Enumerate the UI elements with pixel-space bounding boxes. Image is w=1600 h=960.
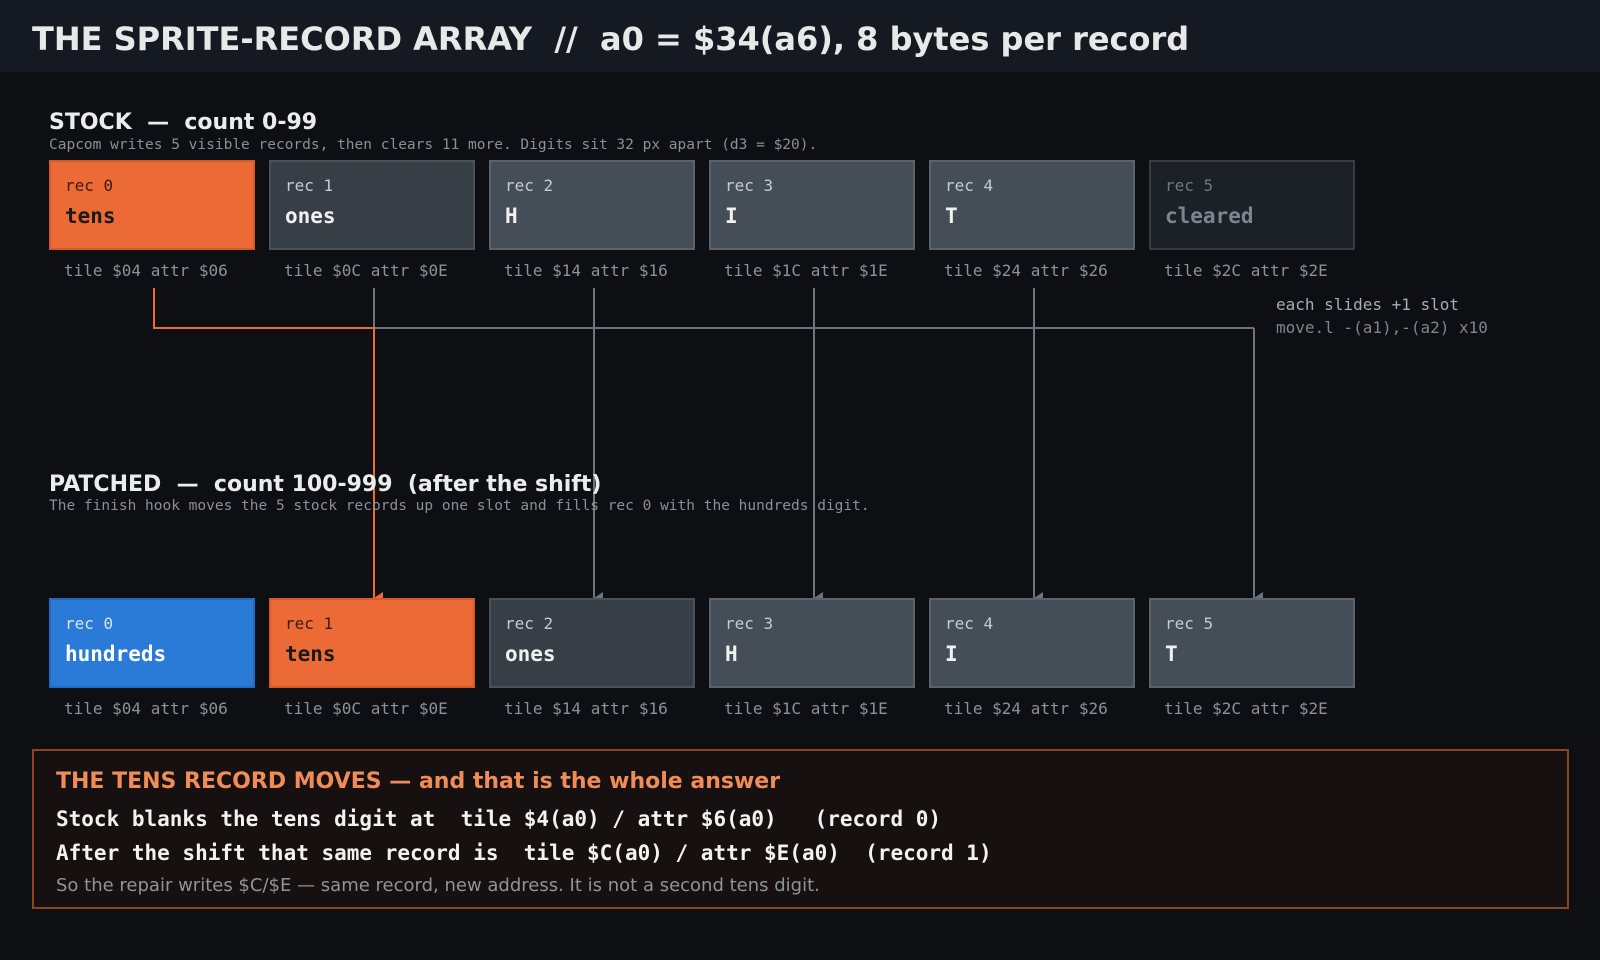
patched-section-title: PATCHED — count 100-999 (after the shift… xyxy=(49,472,602,497)
answer-box: THE TENS RECORD MOVES — and that is the … xyxy=(32,749,1569,909)
patched-record-4: rec 4 I xyxy=(929,598,1135,688)
record-value: ones xyxy=(505,642,556,666)
record-label: rec 3 xyxy=(725,614,774,633)
patched-section-subtitle: The finish hook moves the 5 stock record… xyxy=(49,498,870,514)
record-label: rec 1 xyxy=(285,614,334,633)
record-value: T xyxy=(1165,642,1178,666)
record-label: rec 5 xyxy=(1165,614,1214,633)
patched-record-5: rec 5 T xyxy=(1149,598,1355,688)
answer-title: THE TENS RECORD MOVES — and that is the … xyxy=(56,769,781,794)
record-label: rec 2 xyxy=(505,614,554,633)
record-label: rec 4 xyxy=(945,614,994,633)
patched-record-3: rec 3 H xyxy=(709,598,915,688)
answer-line-1: Stock blanks the tens digit at tile $4(a… xyxy=(56,807,942,831)
patched-record-2: rec 2 ones xyxy=(489,598,695,688)
patched-tile-1: tile $0C attr $0E xyxy=(284,699,448,718)
answer-line-2: After the shift that same record is tile… xyxy=(56,841,992,865)
record-value: H xyxy=(725,642,738,666)
record-label: rec 0 xyxy=(65,614,114,633)
patched-tile-3: tile $1C attr $1E xyxy=(724,699,888,718)
record-value: tens xyxy=(285,642,336,666)
record-value: I xyxy=(945,642,958,666)
patched-tile-0: tile $04 attr $06 xyxy=(64,699,228,718)
record-value: hundreds xyxy=(65,642,167,666)
arrow-tens-to-rec1 xyxy=(153,288,383,604)
patched-record-0: rec 0 hundreds xyxy=(49,598,255,688)
answer-footnote: So the repair writes $C/$E — same record… xyxy=(56,875,820,896)
patched-tile-4: tile $24 attr $26 xyxy=(944,699,1108,718)
patched-record-1: rec 1 tens xyxy=(269,598,475,688)
patched-tile-5: tile $2C attr $2E xyxy=(1164,699,1328,718)
patched-tile-2: tile $14 attr $16 xyxy=(504,699,668,718)
